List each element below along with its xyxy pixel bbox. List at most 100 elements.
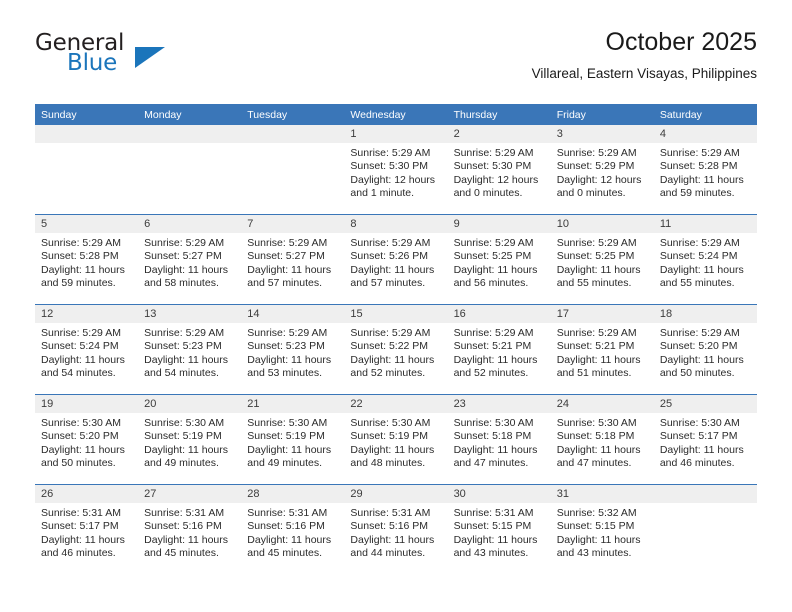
day-number: 28 (241, 485, 345, 503)
calendar-day-cell[interactable]: 22 Sunrise: 5:30 AM Sunset: 5:19 PM Dayligh… (344, 394, 448, 485)
triangle-icon (135, 47, 165, 68)
weekday-header-monday: Monday (138, 104, 242, 125)
day-1: 1 Sunrise: 5:29 AM Sunset: 5:30 PM Daylight… (344, 125, 448, 214)
day-sunset-text: Sunset: 5:29 PM (556, 160, 635, 173)
day-details: Sunrise: 5:30 AM Sunset: 5:19 PM Daylight:… (344, 413, 447, 471)
day-details: Sunrise: 5:29 AM Sunset: 5:23 PM Daylight:… (138, 323, 241, 381)
calendar-header: Sunday Monday Tuesday Wednesday Thursday… (35, 104, 757, 125)
calendar-day-cell[interactable]: 16 Sunrise: 5:29 AM Sunset: 5:21 PM Dayligh… (447, 304, 551, 395)
day-sunrise-text: Sunrise: 5:29 AM (556, 327, 637, 339)
day-daylight1-text: Daylight: 12 hours (453, 173, 539, 186)
calendar-day-cell[interactable]: 8 Sunrise: 5:29 AM Sunset: 5:26 PM Daylight… (344, 214, 448, 305)
day-sunrise-text: Sunrise: 5:29 AM (350, 237, 431, 249)
calendar-day-cell[interactable]: 7 Sunrise: 5:29 AM Sunset: 5:27 PM Daylight… (241, 214, 345, 305)
day-sunset-text: Sunset: 5:21 PM (453, 340, 532, 353)
day-sunrise-text: Sunrise: 5:29 AM (350, 327, 431, 339)
day-number: 1 (344, 125, 448, 143)
calendar-week-row: 5 Sunrise: 5:29 AM Sunset: 5:28 PM Daylight… (35, 214, 757, 305)
calendar-day-cell[interactable]: 9 Sunrise: 5:29 AM Sunset: 5:25 PM Daylight… (447, 214, 551, 305)
day-daylight1-text: Daylight: 11 hours (350, 443, 435, 456)
day-daylight2-text: and 50 minutes. (41, 457, 116, 470)
day-sunset-text: Sunset: 5:18 PM (453, 430, 532, 443)
day-daylight1-text: Daylight: 11 hours (41, 533, 125, 546)
calendar-day-cell[interactable]: 28 Sunrise: 5:31 AM Sunset: 5:16 PM Dayligh… (241, 484, 345, 574)
day-sunrise-text: Sunrise: 5:30 AM (144, 417, 225, 429)
day-details: Sunrise: 5:30 AM Sunset: 5:18 PM Daylight:… (448, 413, 551, 471)
calendar-day-cell[interactable]: 4 Sunrise: 5:29 AM Sunset: 5:28 PM Daylight… (653, 125, 757, 215)
calendar-day-cell[interactable]: 30 Sunrise: 5:31 AM Sunset: 5:15 PM Dayligh… (447, 484, 551, 574)
day-number: 19 (35, 395, 139, 413)
calendar-day-cell[interactable]: 14 Sunrise: 5:29 AM Sunset: 5:23 PM Dayligh… (241, 304, 345, 395)
calendar-day-cell[interactable]: 5 Sunrise: 5:29 AM Sunset: 5:28 PM Daylight… (35, 214, 139, 305)
weekday-header-sunday: Sunday (35, 104, 139, 125)
day-daylight2-text: and 52 minutes. (453, 367, 529, 380)
calendar-day-cell[interactable]: 26 Sunrise: 5:31 AM Sunset: 5:17 PM Dayligh… (35, 484, 139, 574)
day-daylight2-text: and 53 minutes. (247, 367, 322, 380)
day-daylight2-text: and 45 minutes. (144, 547, 219, 560)
day-daylight1-text: Daylight: 11 hours (41, 443, 125, 456)
day-sunset-text: Sunset: 5:15 PM (556, 520, 635, 533)
day-number: 2 (447, 125, 551, 143)
calendar-day-cell[interactable]: 29 Sunrise: 5:31 AM Sunset: 5:16 PM Dayligh… (344, 484, 448, 574)
calendar-day-cell[interactable]: 20 Sunrise: 5:30 AM Sunset: 5:19 PM Dayligh… (138, 394, 242, 485)
calendar-day-cell[interactable]: 21 Sunrise: 5:30 AM Sunset: 5:19 PM Dayligh… (241, 394, 345, 485)
calendar-day-cell[interactable]: 6 Sunrise: 5:29 AM Sunset: 5:27 PM Daylight… (138, 214, 242, 305)
calendar-day-cell (35, 125, 139, 215)
calendar-day-cell[interactable]: 10 Sunrise: 5:29 AM Sunset: 5:25 PM Dayligh… (550, 214, 654, 305)
day-daylight1-text: Daylight: 11 hours (556, 263, 641, 276)
calendar-day-cell[interactable]: 17 Sunrise: 5:29 AM Sunset: 5:21 PM Dayligh… (550, 304, 654, 395)
day-sunset-text: Sunset: 5:30 PM (453, 160, 532, 173)
day-sunrise-text: Sunrise: 5:29 AM (41, 237, 121, 249)
weekday-header-friday: Friday (550, 104, 654, 125)
empty-day (653, 485, 757, 574)
weekday-header-saturday: Saturday (653, 104, 757, 125)
empty-day (241, 125, 345, 214)
calendar-day-cell[interactable]: 2 Sunrise: 5:29 AM Sunset: 5:30 PM Daylight… (447, 125, 551, 215)
day-sunrise-text: Sunrise: 5:31 AM (350, 507, 431, 519)
calendar-week-row: 26 Sunrise: 5:31 AM Sunset: 5:17 PM Dayligh… (35, 484, 757, 574)
calendar-day-cell[interactable]: 19 Sunrise: 5:30 AM Sunset: 5:20 PM Dayligh… (35, 394, 139, 485)
calendar-day-cell[interactable]: 24 Sunrise: 5:30 AM Sunset: 5:18 PM Dayligh… (550, 394, 654, 485)
day-sunset-text: Sunset: 5:20 PM (659, 340, 738, 353)
calendar-day-cell[interactable]: 23 Sunrise: 5:30 AM Sunset: 5:18 PM Dayligh… (447, 394, 551, 485)
day-daylight1-text: Daylight: 11 hours (144, 263, 228, 276)
brand-logo[interactable]: General Blue (35, 32, 235, 88)
day-details: Sunrise: 5:29 AM Sunset: 5:30 PM Daylight:… (448, 143, 551, 201)
day-sunrise-text: Sunrise: 5:29 AM (453, 147, 534, 159)
day-number: 25 (653, 395, 757, 413)
day-details: Sunrise: 5:30 AM Sunset: 5:18 PM Daylight:… (551, 413, 654, 471)
day-number: 31 (550, 485, 654, 503)
day-number: 7 (241, 215, 345, 233)
day-details: Sunrise: 5:29 AM Sunset: 5:25 PM Daylight:… (551, 233, 654, 291)
calendar-day-cell[interactable]: 1 Sunrise: 5:29 AM Sunset: 5:30 PM Daylight… (344, 125, 448, 215)
day-sunrise-text: Sunrise: 5:29 AM (453, 237, 534, 249)
day-details: Sunrise: 5:31 AM Sunset: 5:16 PM Daylight:… (138, 503, 241, 561)
day-number: 27 (138, 485, 242, 503)
day-details: Sunrise: 5:29 AM Sunset: 5:21 PM Daylight:… (551, 323, 654, 381)
day-daylight2-text: and 51 minutes. (556, 367, 632, 380)
day-details: Sunrise: 5:29 AM Sunset: 5:30 PM Daylight:… (344, 143, 447, 201)
calendar-day-cell[interactable]: 13 Sunrise: 5:29 AM Sunset: 5:23 PM Dayligh… (138, 304, 242, 395)
day-9: 9 Sunrise: 5:29 AM Sunset: 5:25 PM Daylight… (447, 215, 551, 304)
calendar-day-cell[interactable]: 11 Sunrise: 5:29 AM Sunset: 5:24 PM Dayligh… (653, 214, 757, 305)
calendar-day-cell[interactable]: 3 Sunrise: 5:29 AM Sunset: 5:29 PM Daylight… (550, 125, 654, 215)
calendar-day-cell[interactable]: 31 Sunrise: 5:32 AM Sunset: 5:15 PM Dayligh… (550, 484, 654, 574)
brand-name-secondary: Blue (67, 50, 118, 76)
day-number: 3 (550, 125, 654, 143)
calendar-day-cell[interactable]: 12 Sunrise: 5:29 AM Sunset: 5:24 PM Dayligh… (35, 304, 139, 395)
calendar-day-cell[interactable]: 25 Sunrise: 5:30 AM Sunset: 5:17 PM Dayligh… (653, 394, 757, 485)
calendar-day-cell[interactable]: 27 Sunrise: 5:31 AM Sunset: 5:16 PM Dayligh… (138, 484, 242, 574)
day-8: 8 Sunrise: 5:29 AM Sunset: 5:26 PM Daylight… (344, 215, 448, 304)
day-daylight1-text: Daylight: 11 hours (41, 353, 125, 366)
day-sunrise-text: Sunrise: 5:29 AM (41, 327, 121, 339)
day-daylight1-text: Daylight: 11 hours (350, 533, 435, 546)
day-number: 13 (138, 305, 242, 323)
calendar-day-cell[interactable]: 15 Sunrise: 5:29 AM Sunset: 5:22 PM Dayligh… (344, 304, 448, 395)
day-sunrise-text: Sunrise: 5:29 AM (247, 237, 328, 249)
day-17: 17 Sunrise: 5:29 AM Sunset: 5:21 PM Dayligh… (550, 305, 654, 394)
day-daylight1-text: Daylight: 11 hours (659, 353, 744, 366)
day-24: 24 Sunrise: 5:30 AM Sunset: 5:18 PM Dayligh… (550, 395, 654, 484)
day-daylight1-text: Daylight: 11 hours (659, 263, 744, 276)
calendar-day-cell[interactable]: 18 Sunrise: 5:29 AM Sunset: 5:20 PM Dayligh… (653, 304, 757, 395)
day-sunrise-text: Sunrise: 5:29 AM (144, 237, 225, 249)
